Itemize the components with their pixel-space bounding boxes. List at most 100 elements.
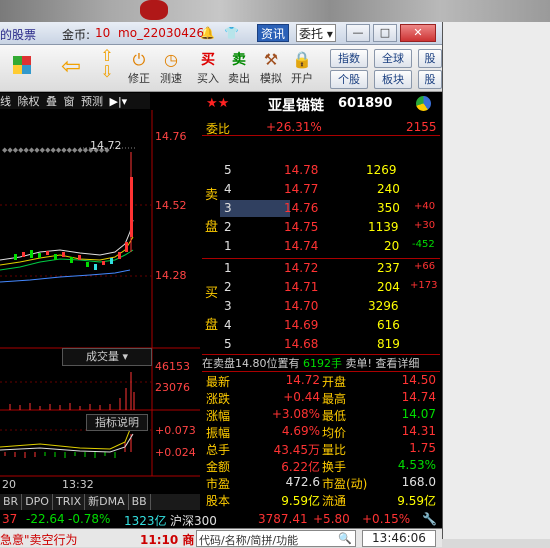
- stock-header: ★★ 亚星锚链 601890: [202, 92, 440, 116]
- buy-level-1[interactable]: 1 14.72 237 +66: [202, 260, 440, 278]
- quote-value: 1.75: [409, 441, 436, 455]
- tab-bb[interactable]: BB: [129, 494, 151, 510]
- quote-row: 市盈 472.6 市盈(动) 168.0: [202, 475, 440, 492]
- level-number: 1: [224, 261, 232, 275]
- minimize-button[interactable]: —: [346, 24, 370, 42]
- toolbar: ⇦ ⇧ ⇩ ⏻ 修正 ◷ 测速 买 买入 卖 卖出 ⚒ 模拟 🔒 开户 指数 全…: [0, 45, 442, 92]
- toolbar-item-label: 买入: [197, 72, 219, 85]
- sell-level-5[interactable]: 5 14.78 1269: [202, 162, 440, 180]
- ma-line-white: [0, 219, 134, 261]
- level-number: 2: [224, 220, 232, 234]
- buy-level-3[interactable]: 3 14.70 3296: [202, 298, 440, 316]
- level-price: 14.72: [284, 261, 319, 275]
- maximize-button[interactable]: □: [373, 24, 397, 42]
- level-number: 1: [224, 239, 232, 253]
- tab-dpo[interactable]: DPO: [22, 494, 53, 510]
- toolbar-item-open-account[interactable]: 🔒 开户: [287, 48, 317, 88]
- tab-br[interactable]: BR: [0, 494, 23, 510]
- volume-bars: [9, 372, 135, 410]
- sector-button[interactable]: 板块: [374, 70, 412, 89]
- quote-label: 涨跌: [206, 392, 231, 406]
- quote-label: 振幅: [206, 426, 231, 440]
- quote-value: 472.6: [285, 475, 320, 489]
- search-placeholder: 代码/名称/简拼/功能: [199, 534, 299, 547]
- single-stock-button[interactable]: 个股: [330, 70, 368, 89]
- indicator-help-button[interactable]: 指标说明: [86, 414, 148, 431]
- tab-new-dma[interactable]: 新DMA: [85, 494, 129, 510]
- sell-level-4[interactable]: 4 14.77 240: [202, 181, 440, 199]
- macd-label-low: +0.024: [155, 446, 196, 459]
- toolbar-item-sell[interactable]: 卖 卖出: [224, 48, 254, 88]
- coin-label: 金币:: [62, 28, 91, 42]
- quote-label: 流通: [322, 494, 347, 508]
- page-up-button[interactable]: ⇧ ⇩: [94, 48, 120, 88]
- bell-icon[interactable]: 🔔: [200, 26, 215, 40]
- news-ticker[interactable]: 急意"卖空行为: [0, 531, 78, 548]
- sell-icon: 卖: [232, 52, 246, 68]
- sell-level-2[interactable]: 2 14.75 1139 +30: [202, 219, 440, 237]
- quote-label: 均价: [322, 426, 347, 440]
- level-volume: 3296: [368, 299, 399, 313]
- pie-chart-icon[interactable]: [416, 96, 431, 111]
- indicator-window[interactable]: 窗: [64, 95, 75, 108]
- quote-label: 涨幅: [206, 409, 231, 423]
- quote-value: 14.31: [401, 424, 436, 438]
- sell-level-1[interactable]: 1 14.74 20 -452: [202, 238, 440, 256]
- tab-trix[interactable]: TRIX: [53, 494, 86, 510]
- level-change: +40: [414, 201, 436, 212]
- toolbar-item-revise[interactable]: ⏻ 修正: [124, 48, 154, 88]
- volume-tab[interactable]: 成交量 ▾: [62, 348, 152, 366]
- layout-button[interactable]: [4, 48, 40, 88]
- index-value: 3787.41: [258, 512, 308, 526]
- news-time: 11:10 商: [140, 533, 195, 547]
- quote-row: 振幅 4.69% 均价 14.31: [202, 424, 440, 441]
- quote-label: 开盘: [322, 375, 347, 389]
- gavel-icon: ⚒: [263, 50, 279, 69]
- level-volume: 616: [377, 318, 400, 332]
- notice-detail-link[interactable]: 卖单! 查看详细: [346, 357, 420, 370]
- level-price: 14.70: [284, 299, 319, 313]
- news-button[interactable]: 资讯: [257, 24, 290, 42]
- bid-ask-divider: [202, 258, 440, 259]
- trade-menu-button[interactable]: 委托 ▾: [296, 24, 336, 42]
- stock-button-2[interactable]: 股: [418, 70, 442, 89]
- indicator-menu-icon[interactable]: ▶|▾: [110, 95, 128, 108]
- level-change: -452: [412, 239, 435, 250]
- level-volume: 204: [377, 280, 400, 294]
- level-volume: 819: [377, 337, 400, 351]
- quote-panel: ★★ 亚星锚链 601890 委比 +26.31% 2155 卖 盘 5 14.…: [202, 92, 440, 515]
- index-name[interactable]: 沪深300: [170, 512, 217, 529]
- level-volume: 237: [377, 261, 400, 275]
- buy-level-5[interactable]: 5 14.68 819: [202, 336, 440, 354]
- big-order-notice[interactable]: 在卖盘14.80位置有 6192手 卖单! 查看详细: [202, 354, 440, 372]
- back-button[interactable]: ⇦: [56, 48, 86, 88]
- shirt-icon[interactable]: 👕: [224, 26, 239, 40]
- toolbar-item-simulate[interactable]: ⚒ 模拟: [256, 48, 286, 88]
- star-rating-icon[interactable]: ★★: [206, 96, 229, 111]
- notice-volume: 6192手: [303, 357, 342, 370]
- quote-value: 6.22亿: [281, 460, 320, 474]
- sell-level-3[interactable]: 3 14.76 350 +40: [202, 200, 440, 218]
- coin-value: 10: [95, 26, 111, 40]
- username[interactable]: mo_220304268: [118, 26, 212, 40]
- toolbar-item-speedtest[interactable]: ◷ 测速: [156, 48, 186, 88]
- buy-level-2[interactable]: 2 14.71 204 +173: [202, 279, 440, 297]
- wrench-icon[interactable]: 🔧: [422, 512, 437, 526]
- indicator-forecast[interactable]: 预测: [81, 95, 103, 108]
- index-change: +5.80: [313, 512, 350, 526]
- indicator-exright[interactable]: 除权: [18, 95, 40, 108]
- indicator-line[interactable]: 线: [0, 95, 11, 108]
- volume-label-mid: 23076: [155, 381, 190, 394]
- indicator-overlay[interactable]: 叠: [46, 95, 57, 108]
- close-button[interactable]: ✕: [400, 24, 436, 42]
- global-button[interactable]: 全球: [374, 49, 412, 68]
- toolbar-item-buy[interactable]: 买 买入: [193, 48, 223, 88]
- buy-level-4[interactable]: 4 14.69 616: [202, 317, 440, 335]
- level-price: 14.74: [284, 239, 319, 253]
- index-button[interactable]: 指数: [330, 49, 368, 68]
- intraday-chart[interactable]: ◆◆◆◆◆◆◆◆◆◆◆◆◆◆◆◆◆◆◆◆ 线 除权 叠 窗 预测 ▶|▾ 14.…: [0, 92, 200, 510]
- ticker-value: 37: [2, 512, 18, 526]
- price-label-low: 14.28: [155, 269, 187, 282]
- stock-button[interactable]: 股: [418, 49, 442, 68]
- level-change: +30: [414, 220, 436, 231]
